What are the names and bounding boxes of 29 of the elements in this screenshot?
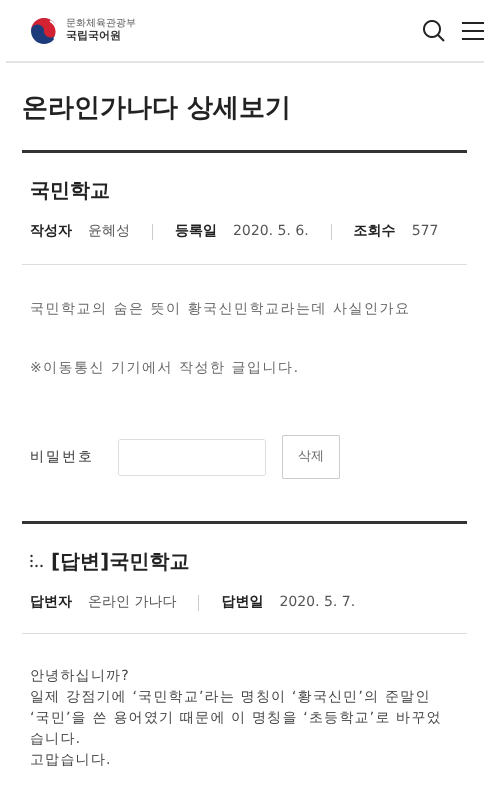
answer-title: [답변]국민학교 <box>51 548 190 576</box>
page-title: 온라인가나다 상세보기 <box>22 93 292 124</box>
answer-text-line: 일제 강점기에 ‘국민학교’라는 명칭이 ‘황국신민’의 준말인 <box>30 688 432 708</box>
meta-label: 등록일 <box>175 222 217 242</box>
ministry-name: 문화체육관광부 <box>66 18 136 29</box>
post-note: ※이동통신 기기에서 작성한 글입니다. <box>30 359 301 378</box>
answer-text-line: 습니다. <box>30 730 82 750</box>
institute-name: 국립국어원 <box>66 28 122 42</box>
meta-label: 작성자 <box>30 222 72 242</box>
post-title: 국민학교 <box>30 177 111 204</box>
logo-icon <box>30 16 58 44</box>
answer-text-line: ‘국민’을 쓴 용어였기 때문에 이 명칭을 ‘초등학교’로 바꾸었 <box>30 709 443 728</box>
search-icon[interactable] <box>422 18 446 42</box>
password-label: 비밀번호 <box>30 448 94 467</box>
meta-value: 2020. 5. 7. <box>279 593 356 612</box>
delete-button[interactable]: 삭제 <box>282 435 340 480</box>
post-body: 국민학교의 숨은 뜻이 황국신민학교라는데 사실인가요 <box>30 300 412 320</box>
answer-text-line: 고맙습니다. <box>30 751 113 770</box>
meta-value: 윤혜성 <box>88 222 130 242</box>
password-field[interactable] <box>118 438 266 476</box>
menu-icon[interactable] <box>462 20 484 40</box>
meta-label: 조회수 <box>354 222 396 242</box>
reply-icon <box>30 554 43 568</box>
answer-text-line: 안녕하십니까? <box>30 667 131 686</box>
meta-label: 답변자 <box>30 593 72 612</box>
meta-label: 답변일 <box>221 593 264 612</box>
meta-value: 온라인 가나다 <box>88 593 176 612</box>
meta-value: 577 <box>412 222 438 242</box>
meta-value: 2020. 5. 6. <box>233 222 309 242</box>
